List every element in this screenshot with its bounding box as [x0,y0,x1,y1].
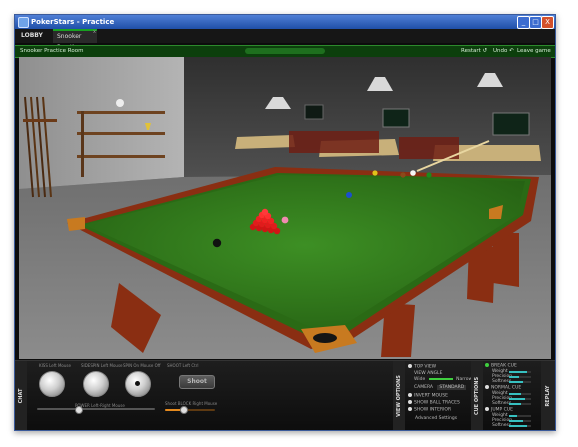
blue-ball [346,192,352,198]
kiss-label: KISS Left Mouse [39,363,71,368]
pokerstars-icon [18,17,29,28]
room-title: Snooker Practice Room [20,48,84,54]
power-label: POWER Left-Right Mouse [75,403,125,408]
precision-meter [509,398,531,400]
restart-label: Restart [461,48,481,54]
tab-snooker-practice[interactable]: Snooker Practice x [53,27,97,51]
camera-label: CAMERA [414,385,433,390]
weight-meter [509,393,531,395]
cue-ball[interactable] [410,170,416,176]
scene-canvas[interactable] [19,57,551,359]
status-indicator [245,48,325,54]
title-bar[interactable]: PokerStars - Practice _ □ X [15,15,555,29]
radio-icon [408,364,412,368]
top-view-label: TOP VIEW [414,364,437,370]
view-angle-slider[interactable]: Wide Narrow [414,377,472,382]
top-view-toggle[interactable]: TOP VIEW [408,364,436,370]
cue-name: NORMAL CUE [491,385,522,391]
interior-toggle[interactable]: SHOW INTERIOR [408,407,451,413]
weight-meter [509,415,531,417]
angle-max-label: Narrow [456,377,473,382]
replay-label: REPLAY [545,385,551,407]
close-tab-icon[interactable]: x [93,27,96,38]
replay-tab[interactable]: REPLAY [541,361,555,430]
softness-meter [509,425,531,427]
precision-meter [509,420,531,422]
kiss-aim-ball[interactable] [39,371,65,397]
radio-icon [485,385,489,389]
undo-button[interactable]: Undo ↶ [493,46,514,57]
view-angle-label: VIEW ANGLE [414,371,443,376]
application-window: PokerStars - Practice _ □ X LOBBY Snooke… [14,14,556,431]
softness-meter [509,403,531,405]
advanced-settings-link[interactable]: Advanced Settings [415,416,457,421]
cue-option-break[interactable]: BREAK CUE [485,363,517,369]
cue-option-normal[interactable]: NORMAL CUE [485,385,521,391]
spin-label: SPIN On Mouse Off [123,363,161,368]
radio-icon [408,400,412,404]
invert-mouse-label: INVERT MOUSE [414,393,449,399]
strength-slider-knob[interactable] [180,406,188,414]
strength-label: Shoot BLOCK Right Mouse [165,401,218,406]
control-panel: CHAT KISS Left Mouse SIDESPIN Left Mouse… [15,360,555,430]
cue-name: JUMP CUE [491,407,513,413]
sidespin-label: SIDESPIN Left Mouse [81,363,123,368]
cue-name: BREAK CUE [491,363,517,369]
softness-meter [509,381,531,383]
radio-icon [408,393,412,397]
cue-option-jump[interactable]: JUMP CUE [485,407,513,413]
cue-options-tab[interactable]: CUE OPTIONS [471,361,483,430]
brown-ball [400,172,406,178]
shoot-hint-label: SHOOT Left Ctrl [167,363,199,368]
spin-point-icon [135,381,140,386]
angle-min-label: Wide [414,377,426,382]
angle-track [428,377,453,380]
tab-lobby[interactable]: LOBBY [17,29,51,43]
ball-traces-toggle[interactable]: SHOW BALL TRACES [408,400,460,406]
tab-bar: LOBBY Snooker Practice x [15,27,555,51]
camera-value: STANDARD [437,385,467,390]
invert-mouse-toggle[interactable]: INVERT MOUSE [408,393,448,399]
cue-options-label: CUE OPTIONS [474,376,480,416]
green-ball [426,172,432,178]
ball-traces-label: SHOW BALL TRACES [414,400,460,406]
weight-meter [509,371,531,373]
leave-game-label: Leave game [517,48,551,54]
pink-ball [281,216,289,224]
chat-tab[interactable]: CHAT [15,361,27,430]
shoot-button[interactable]: Shoot [179,375,215,389]
yellow-ball [372,170,378,176]
window-title: PokerStars - Practice [31,18,115,26]
radio-selected-icon [485,363,489,367]
precision-meter [509,376,531,378]
power-slider[interactable] [37,408,155,410]
pocket-hole [313,333,337,343]
interior-label: SHOW INTERIOR [414,407,452,413]
radio-icon [408,407,412,411]
close-button[interactable]: X [541,16,554,29]
camera-select[interactable]: CAMERA STANDARD [414,385,467,390]
view-options-tab[interactable]: VIEW OPTIONS [393,361,405,430]
view-options-label: VIEW OPTIONS [396,375,402,417]
sidespin-ball[interactable] [83,371,109,397]
restart-button[interactable]: Restart ↺ [461,46,487,57]
undo-label: Undo [493,48,508,54]
corner-pocket [67,217,85,231]
radio-icon [485,407,489,411]
spin-ball[interactable] [125,371,151,397]
tab-label: LOBBY [21,32,43,39]
snooker-table-view[interactable] [19,57,551,359]
chat-tab-label: CHAT [18,388,24,404]
black-ball [212,238,222,248]
